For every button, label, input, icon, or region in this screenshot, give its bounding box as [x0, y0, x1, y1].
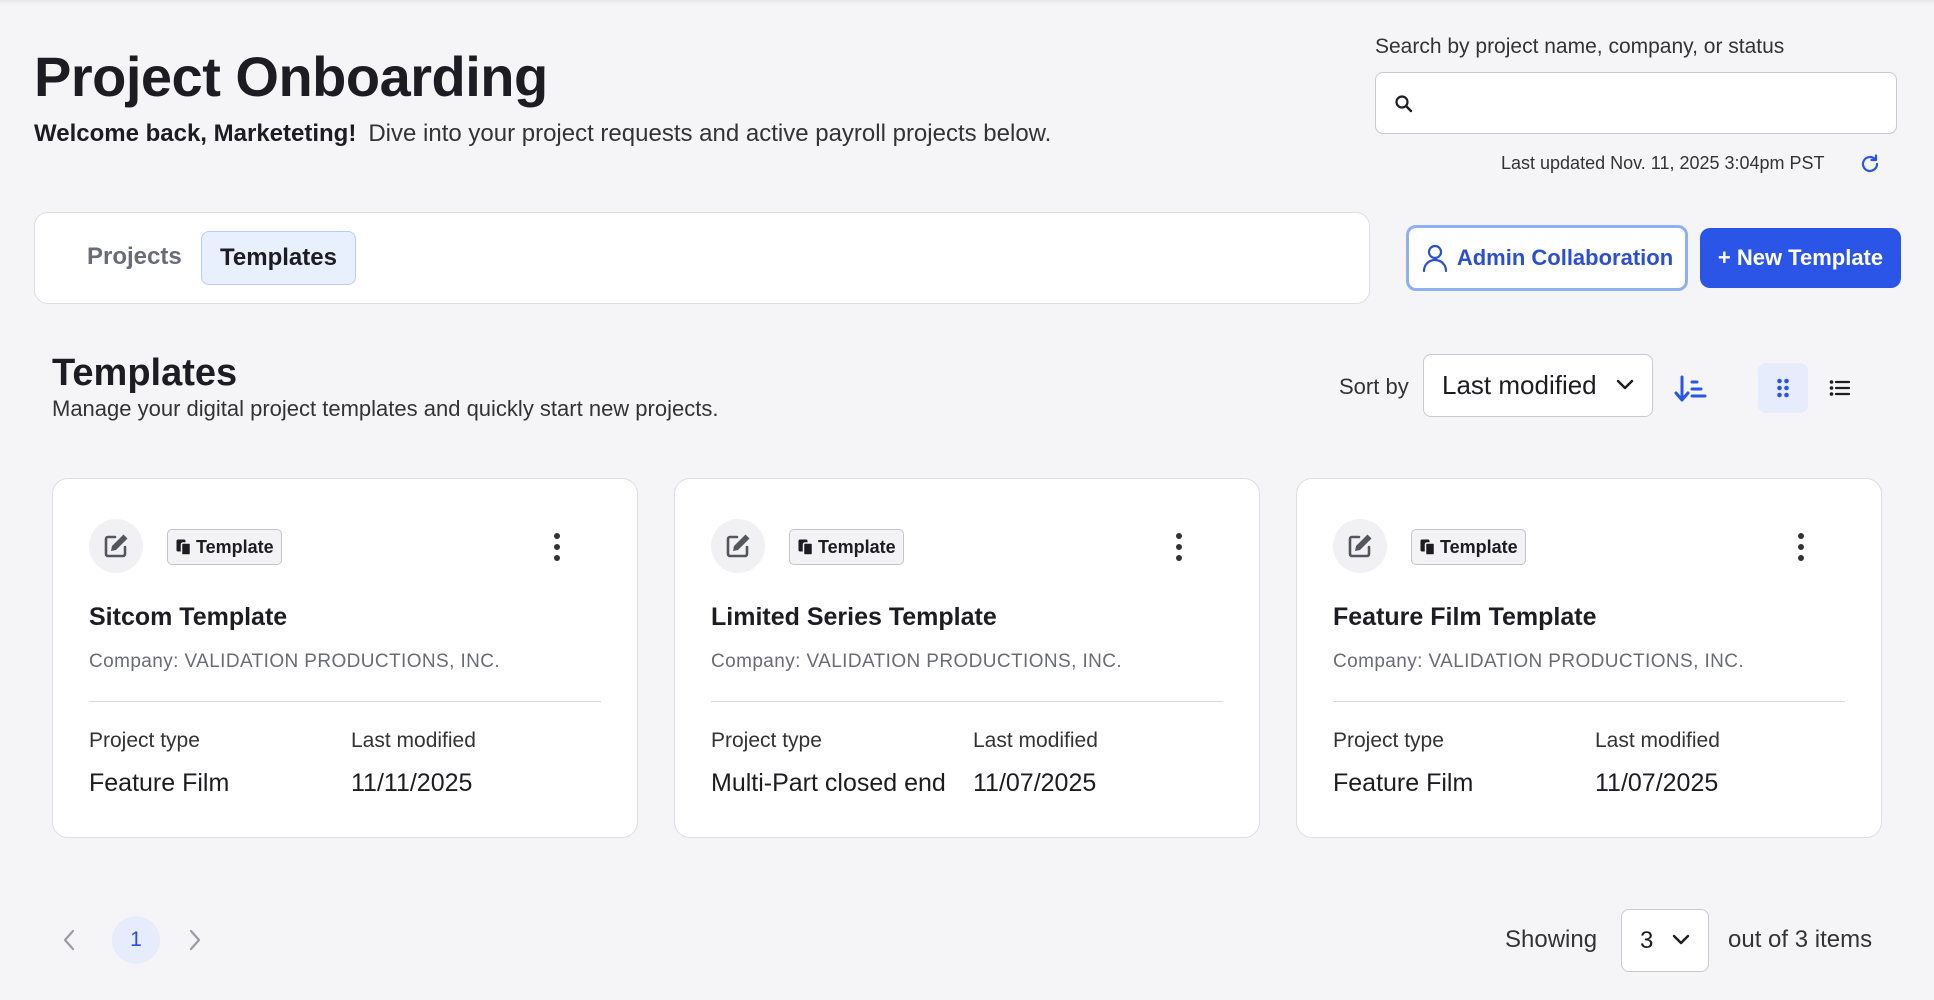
project-type-value: Multi-Part closed end [711, 769, 946, 797]
sort-selected-value: Last modified [1442, 370, 1597, 400]
user-icon [1422, 244, 1447, 273]
project-type-label: Project type [711, 729, 822, 752]
edit-icon[interactable] [1333, 519, 1387, 573]
copy-icon [176, 539, 192, 556]
last-modified-value: 11/11/2025 [351, 769, 473, 797]
card-title[interactable]: Sitcom Template [89, 603, 287, 632]
search-box[interactable] [1375, 72, 1897, 134]
chevron-down-icon [1672, 934, 1690, 945]
search-label: Search by project name, company, or stat… [1375, 35, 1785, 58]
template-card[interactable]: Template Feature Film Template Company: … [1296, 478, 1882, 838]
grid-icon [1777, 378, 1789, 398]
edit-icon[interactable] [711, 519, 765, 573]
section-subtitle: Manage your digital project templates an… [52, 396, 719, 421]
welcome-greeting: Welcome back, Marketeting! [34, 120, 357, 147]
template-badge: Template [789, 529, 904, 565]
welcome-text: Dive into your project requests and acti… [368, 120, 1052, 147]
total-items-label: out of 3 items [1728, 926, 1873, 953]
refresh-icon[interactable] [1858, 152, 1882, 176]
page-size-select[interactable]: 3 [1621, 909, 1709, 972]
project-type-value: Feature Film [1333, 769, 1474, 797]
template-card[interactable]: Template Sitcom Template Company: VALIDA… [52, 478, 638, 838]
template-badge-label: Template [1440, 536, 1518, 557]
copy-icon [798, 539, 814, 556]
card-company: Company: VALIDATION PRODUCTIONS, INC. [1333, 651, 1745, 672]
page-size-value: 3 [1640, 927, 1654, 954]
last-modified-value: 11/07/2025 [973, 769, 1097, 797]
card-divider [89, 701, 601, 702]
sort-descending-icon[interactable] [1674, 374, 1708, 404]
last-modified-label: Last modified [973, 729, 1098, 752]
search-input[interactable] [1426, 83, 1886, 123]
admin-collaboration-button[interactable]: Admin Collaboration [1406, 225, 1688, 291]
grid-view-toggle[interactable] [1758, 363, 1808, 413]
last-modified-value: 11/07/2025 [1595, 769, 1719, 797]
last-modified-label: Last modified [351, 729, 476, 752]
template-card[interactable]: Template Limited Series Template Company… [674, 478, 1260, 838]
copy-icon [1420, 539, 1436, 556]
sort-select[interactable]: Last modified [1423, 354, 1653, 417]
edit-icon[interactable] [89, 519, 143, 573]
card-company: Company: VALIDATION PRODUCTIONS, INC. [711, 651, 1123, 672]
card-company: Company: VALIDATION PRODUCTIONS, INC. [89, 651, 501, 672]
list-view-toggle[interactable] [1815, 363, 1865, 413]
sort-label: Sort by [1339, 374, 1409, 399]
page-button-current[interactable]: 1 [112, 916, 160, 964]
card-title[interactable]: Feature Film Template [1333, 603, 1597, 632]
showing-label: Showing [1505, 926, 1598, 953]
project-type-value: Feature Film [89, 769, 230, 797]
new-template-button[interactable]: + New Template [1700, 228, 1901, 288]
more-options-icon[interactable] [1789, 527, 1813, 567]
tab-projects[interactable]: Projects [69, 231, 200, 285]
search-icon [1395, 95, 1413, 113]
top-shadow [0, 0, 1934, 4]
tabs-bar: Projects Templates [34, 212, 1370, 304]
tab-templates[interactable]: Templates [201, 231, 356, 285]
template-badge: Template [167, 529, 282, 565]
template-badge-label: Template [196, 536, 274, 557]
last-updated: Last updated Nov. 11, 2025 3:04pm PST [1501, 153, 1825, 173]
project-type-label: Project type [1333, 729, 1444, 752]
page-title: Project Onboarding [34, 45, 548, 108]
chevron-left-icon[interactable] [62, 928, 76, 952]
card-divider [1333, 701, 1845, 702]
template-badge-label: Template [818, 536, 896, 557]
template-badge: Template [1411, 529, 1526, 565]
section-title: Templates [52, 352, 238, 394]
chevron-down-icon [1616, 379, 1634, 390]
card-title[interactable]: Limited Series Template [711, 603, 997, 632]
chevron-right-icon[interactable] [188, 928, 202, 952]
admin-collaboration-label: Admin Collaboration [1456, 245, 1674, 270]
more-options-icon[interactable] [545, 527, 569, 567]
project-type-label: Project type [89, 729, 200, 752]
list-icon [1829, 380, 1851, 396]
card-divider [711, 701, 1223, 702]
more-options-icon[interactable] [1167, 527, 1191, 567]
last-modified-label: Last modified [1595, 729, 1720, 752]
welcome-message: Welcome back, Marketeting! Dive into your… [34, 120, 1051, 148]
